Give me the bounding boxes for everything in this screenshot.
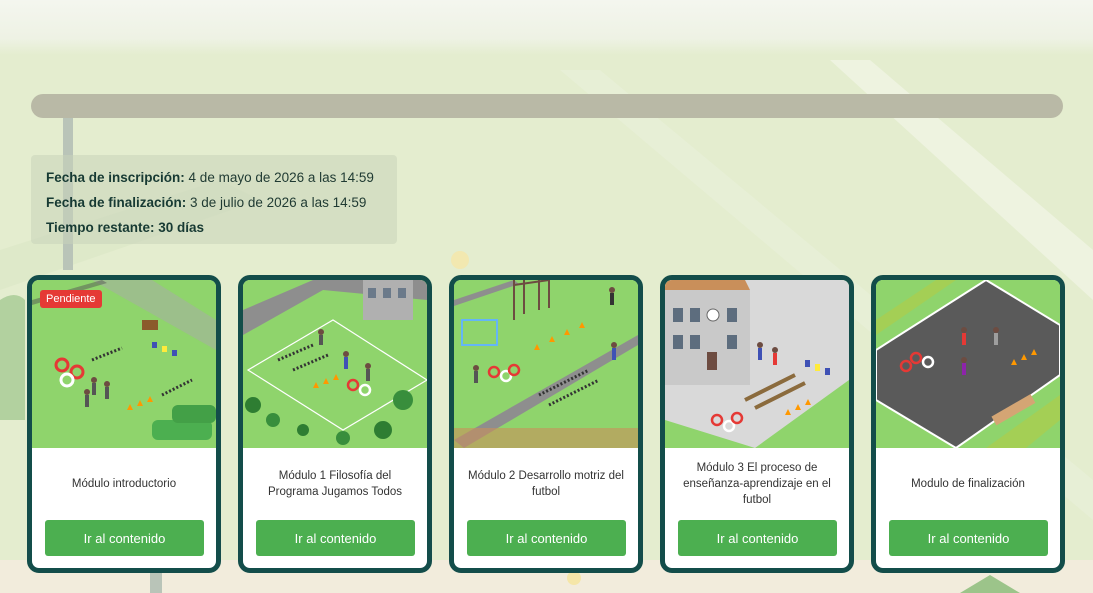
module-card-1: Módulo 1 Filosofía del Programa Jugamos … <box>238 275 432 573</box>
enrollment-date-label: Fecha de inscripción: <box>46 170 185 185</box>
module-title: Módulo 3 El proceso de enseñanza-aprendi… <box>683 462 831 506</box>
module-1-image <box>243 280 427 448</box>
module-card-final: Modulo de finalización Ir al contenido <box>871 275 1065 573</box>
header-blur <box>0 0 1093 55</box>
module-title: Modulo de finalización <box>911 478 1025 490</box>
go-to-content-button[interactable]: Ir al contenido <box>256 520 415 556</box>
end-date-row: Fecha de finalización: 3 de julio de 202… <box>46 190 382 215</box>
module-3-image <box>665 280 849 448</box>
remaining-time-label: Tiempo restante: 30 días <box>46 220 205 235</box>
module-card-2: Módulo 2 Desarrollo motriz del futbol Ir… <box>449 275 643 573</box>
module-intro-image: Pendiente <box>32 280 216 448</box>
end-date-value: 3 de julio de 2026 a las 14:59 <box>186 195 367 210</box>
go-to-content-button[interactable]: Ir al contenido <box>678 520 837 556</box>
pending-badge: Pendiente <box>40 290 102 308</box>
end-date-label: Fecha de finalización: <box>46 195 187 210</box>
remaining-time-row: Tiempo restante: 30 días <box>46 215 382 240</box>
go-to-content-button[interactable]: Ir al contenido <box>889 520 1048 556</box>
enrollment-date-value: 4 de mayo de 2026 a las 14:59 <box>184 170 374 185</box>
module-title: Módulo 2 Desarrollo motriz del futbol <box>468 470 624 498</box>
module-title: Módulo introductorio <box>71 478 177 490</box>
module-card-3: Módulo 3 El proceso de enseñanza-aprendi… <box>660 275 854 573</box>
course-progress-bar <box>31 94 1063 118</box>
module-card-intro: Pendiente Módulo introductorio Ir al con… <box>27 275 221 573</box>
module-2-image <box>454 280 638 448</box>
enrollment-info-panel: Fecha de inscripción: 4 de mayo de 2026 … <box>31 155 397 244</box>
module-final-image <box>876 280 1060 448</box>
enrollment-date-row: Fecha de inscripción: 4 de mayo de 2026 … <box>46 165 382 190</box>
module-title: Módulo 1 Filosofía del Programa Jugamos … <box>267 470 403 498</box>
go-to-content-button[interactable]: Ir al contenido <box>45 520 204 556</box>
go-to-content-button[interactable]: Ir al contenido <box>467 520 626 556</box>
